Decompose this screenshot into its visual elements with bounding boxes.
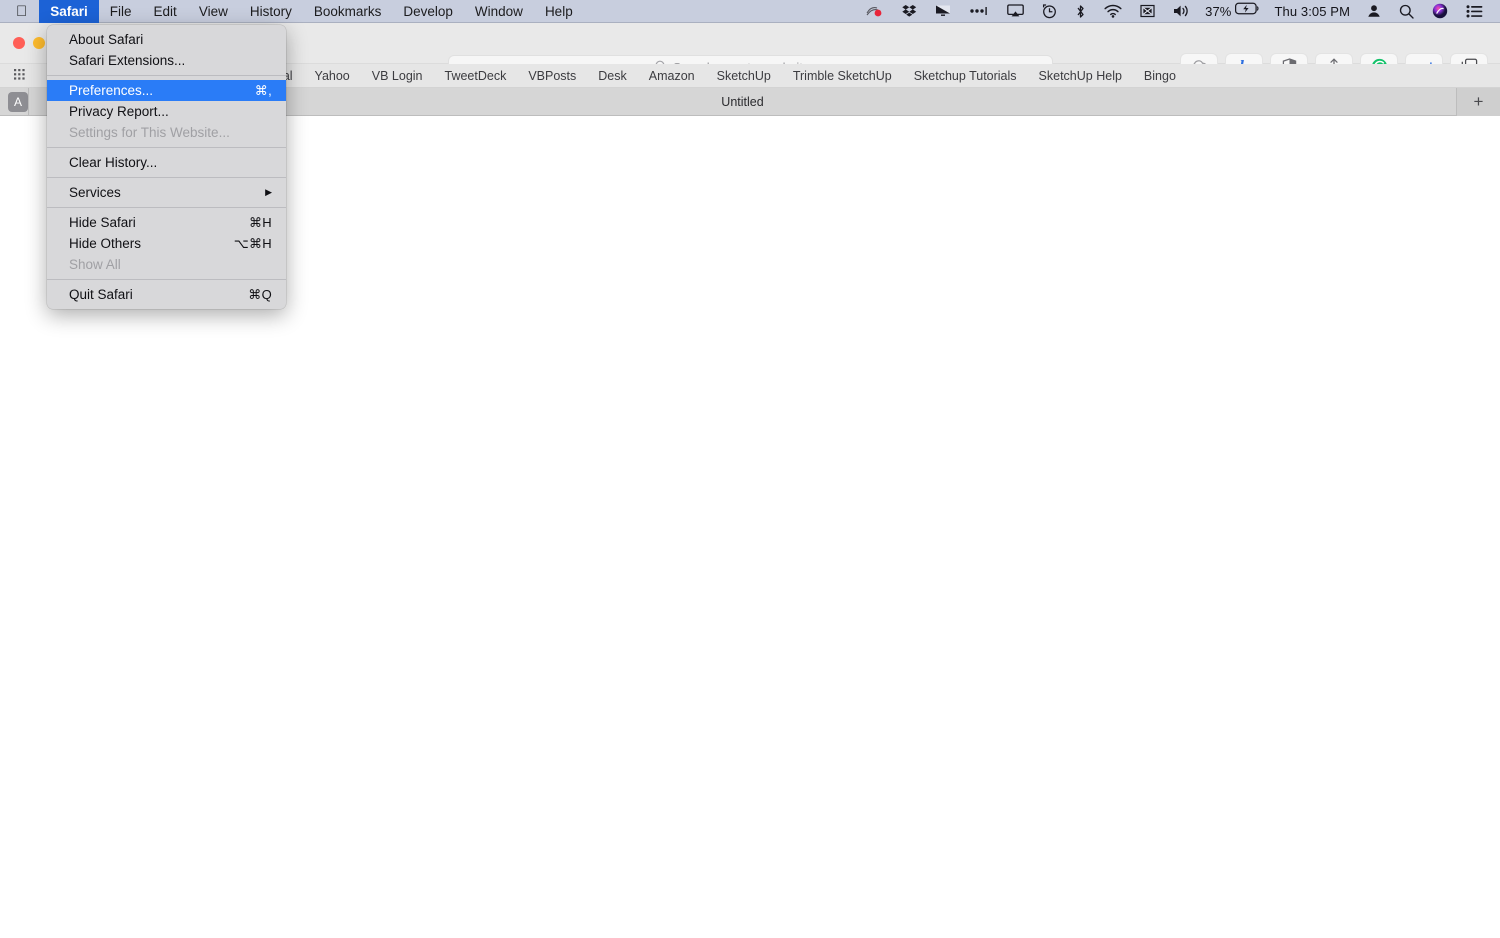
favicon-tile[interactable]: A [8, 91, 28, 112]
menu-item-label: Services [69, 185, 121, 200]
battery-percent-label: 37% [1205, 3, 1232, 19]
submenu-arrow-icon: ▶ [265, 187, 272, 197]
wifi-icon[interactable] [1095, 0, 1131, 23]
battery-status[interactable]: 37% [1199, 0, 1266, 23]
menu-item-settings-for-this-website: Settings for This Website... [47, 122, 286, 143]
menu-item-safari-extensions[interactable]: Safari Extensions... [47, 50, 286, 71]
bookmark-sketchup-tutorials[interactable]: Sketchup Tutorials [903, 64, 1028, 88]
input-source-icon[interactable] [1131, 0, 1164, 23]
menu-item-shortcut: ⌥⌘H [233, 235, 272, 251]
bookmark-desk[interactable]: Desk [587, 64, 637, 88]
time-machine-icon[interactable] [1033, 0, 1066, 23]
screen-recording-icon[interactable] [857, 0, 893, 23]
menu-safari[interactable]: Safari [39, 0, 99, 23]
menu-item-hide-others[interactable]: Hide Others ⌥⌘H [47, 233, 286, 254]
menu-item-label: Safari Extensions... [69, 53, 186, 68]
bookmark-vb-login[interactable]: VB Login [361, 64, 434, 88]
close-button[interactable] [13, 37, 25, 49]
menu-bar:  Safari File Edit View History Bookmark… [0, 0, 1500, 23]
menu-item-label: Hide Others [69, 236, 142, 251]
menu-separator [47, 147, 286, 148]
menu-item-hide-safari[interactable]: Hide Safari ⌘H [47, 212, 286, 233]
bookmark-vbposts[interactable]: VBPosts [517, 64, 587, 88]
menu-item-about-safari[interactable]: About Safari [47, 29, 286, 50]
volume-icon[interactable] [1164, 0, 1199, 23]
menu-item-shortcut: ⌘Q [248, 286, 272, 302]
menu-item-label: Show All [69, 257, 121, 272]
menu-item-label: Clear History... [69, 155, 158, 170]
tab-title: Untitled [721, 94, 764, 109]
menu-item-label: Settings for This Website... [69, 125, 230, 140]
control-center-icon[interactable] [1457, 0, 1492, 23]
bookmark-label: SketchUp [716, 68, 771, 83]
menu-item-show-all: Show All [47, 254, 286, 275]
bookmark-label: Desk [598, 68, 627, 83]
menu-separator [47, 207, 286, 208]
bookmark-amazon[interactable]: Amazon [638, 64, 706, 88]
menu-help[interactable]: Help [534, 0, 584, 23]
menu-item-clear-history[interactable]: Clear History... [47, 152, 286, 173]
bookmark-label: VB Login [371, 68, 423, 83]
bookmark-sketchup-help[interactable]: SketchUp Help [1028, 64, 1133, 88]
bookmarks-grid-icon[interactable] [0, 69, 39, 82]
bookmark-sketchup[interactable]: SketchUp [706, 64, 782, 88]
menu-bar-clock[interactable]: Thu 3:05 PM [1266, 0, 1358, 23]
menu-separator [47, 279, 286, 280]
menu-separator [47, 177, 286, 178]
menu-item-label: Preferences... [69, 83, 154, 98]
menu-bar-status-area: 37% Thu 3:05 PM [857, 0, 1500, 23]
menu-bookmarks[interactable]: Bookmarks [303, 0, 393, 23]
menu-item-privacy-report[interactable]: Privacy Report... [47, 101, 286, 122]
bookmark-label: Bingo [1143, 68, 1176, 83]
airplay-icon[interactable] [998, 0, 1033, 23]
menu-item-preferences[interactable]: Preferences... ⌘, [47, 80, 286, 101]
siri-icon[interactable] [1423, 0, 1457, 23]
user-account-icon[interactable] [1358, 0, 1390, 23]
dropbox-icon[interactable] [893, 0, 926, 23]
menu-item-label: Privacy Report... [69, 104, 169, 119]
menu-item-label: Quit Safari [69, 287, 133, 302]
menu-item-services[interactable]: Services ▶ [47, 182, 286, 203]
bookmark-yahoo[interactable]: Yahoo [304, 64, 361, 88]
bookmark-label: Amazon [648, 68, 695, 83]
battery-charging-icon [1235, 2, 1260, 20]
menu-develop[interactable]: Develop [392, 0, 464, 23]
menu-item-shortcut: ⌘H [249, 214, 272, 230]
bluetooth-icon[interactable] [1066, 0, 1095, 23]
extension-dots-icon[interactable] [960, 0, 998, 23]
menu-file[interactable]: File [99, 0, 143, 23]
menu-item-quit-safari[interactable]: Quit Safari ⌘Q [47, 284, 286, 305]
bookmark-label: Yahoo [314, 68, 350, 83]
bookmark-label: VBPosts [528, 68, 577, 83]
menu-window[interactable]: Window [464, 0, 534, 23]
menu-edit[interactable]: Edit [143, 0, 188, 23]
menu-history[interactable]: History [239, 0, 303, 23]
spotlight-search-icon[interactable] [1390, 0, 1423, 23]
bookmark-label: Sketchup Tutorials [913, 68, 1017, 83]
bookmark-bingo[interactable]: Bingo [1133, 64, 1187, 88]
menu-item-label: Hide Safari [69, 215, 136, 230]
menu-separator [47, 75, 286, 76]
safari-application-menu: About Safari Safari Extensions... Prefer… [47, 25, 286, 309]
apple-logo-icon[interactable]:  [0, 0, 39, 23]
bookmark-label: Trimble SketchUp [792, 68, 892, 83]
new-tab-button[interactable]: + [1456, 87, 1500, 116]
menu-bar-left:  Safari File Edit View History Bookmark… [0, 0, 584, 23]
minimize-button[interactable] [33, 37, 45, 49]
menu-view[interactable]: View [188, 0, 239, 23]
menu-item-label: About Safari [69, 32, 144, 47]
bookmark-label: TweetDeck [444, 68, 507, 83]
bookmark-label: SketchUp Help [1038, 68, 1122, 83]
display-icon[interactable] [926, 0, 960, 23]
bookmark-trimble-sketchup[interactable]: Trimble SketchUp [782, 64, 903, 88]
menu-item-shortcut: ⌘, [254, 82, 272, 98]
bookmark-tweetdeck[interactable]: TweetDeck [434, 64, 518, 88]
